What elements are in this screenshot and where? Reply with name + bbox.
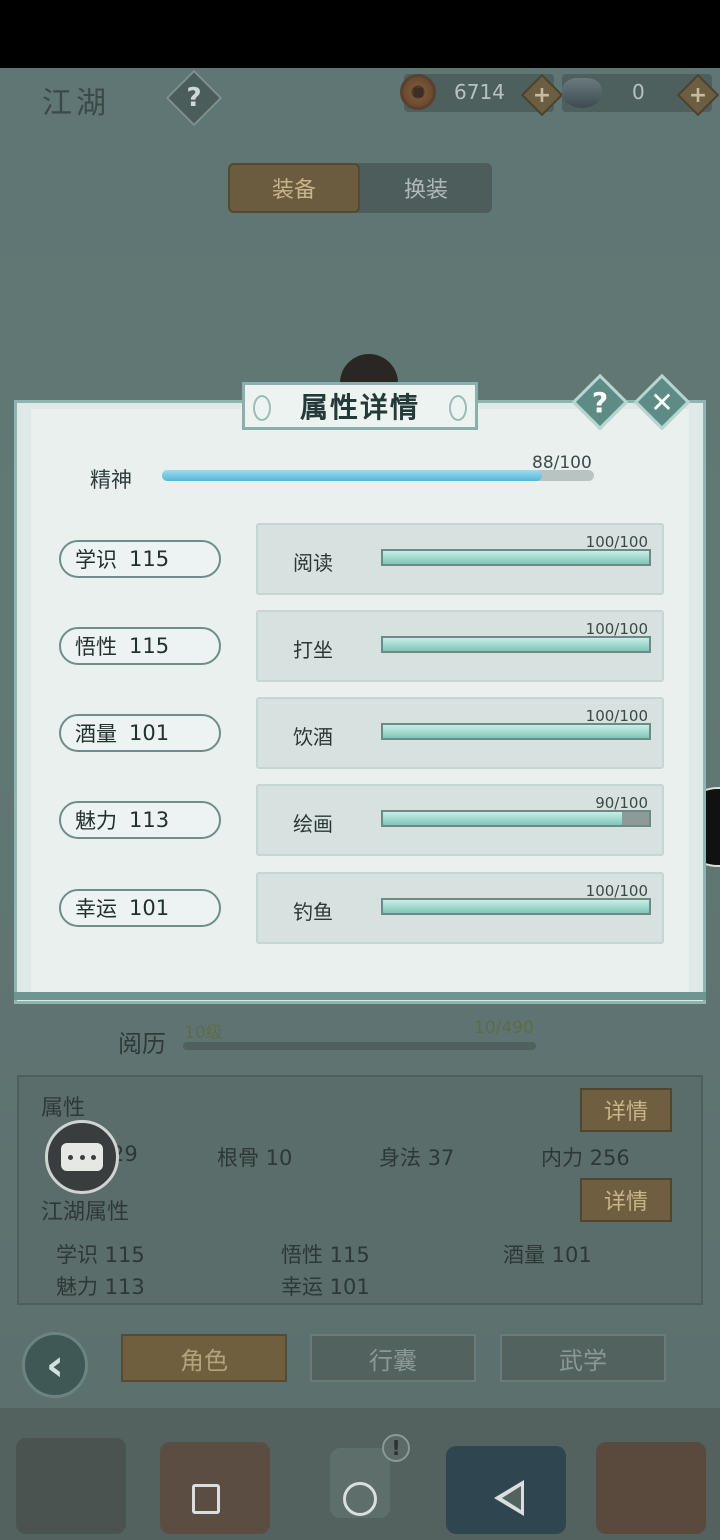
jianghu-stat: 悟性 115	[281, 1243, 370, 1267]
skill-card: 打坐 100/100	[256, 610, 664, 682]
chat-icon	[61, 1143, 103, 1171]
plus-icon: +	[688, 82, 708, 108]
help-button[interactable]: ?	[165, 69, 223, 127]
silver-amount: 0	[632, 80, 645, 104]
attribute-value: 113	[129, 808, 170, 832]
experience-row: 阅历 10级 10/490	[0, 1016, 720, 1066]
dialog-bottom-border	[14, 992, 706, 1000]
attribute-details-dialog: 属性详情 ? ✕ 精神 88/100 学识 115 阅读 100/100 悟性 11…	[14, 373, 706, 1004]
skill-progress-fill	[383, 638, 649, 651]
silver-ingot-icon	[562, 78, 602, 108]
attribute-value: 115	[129, 634, 170, 658]
skill-name: 钓鱼	[293, 900, 333, 924]
attribute-pill: 学识 115	[59, 540, 221, 578]
skill-progress-bar	[381, 898, 651, 915]
jianghu-stat: 魅力 113	[56, 1275, 145, 1299]
home-button[interactable]	[343, 1482, 377, 1516]
tab-equipment[interactable]: 装备	[228, 163, 360, 213]
system-back-button[interactable]	[494, 1480, 524, 1516]
jianghu-detail-button[interactable]: 详情	[580, 1178, 672, 1222]
top-bar: 江湖 ? 6714 + 0 +	[0, 68, 720, 140]
chat-button[interactable]	[45, 1120, 119, 1194]
jianghu-stat: 酒量 101	[503, 1243, 592, 1267]
skill-progress-fill	[383, 812, 623, 825]
experience-label: 阅历	[118, 1030, 166, 1058]
tab-martial-arts[interactable]: 武学	[500, 1334, 666, 1382]
tab-character[interactable]: 角色	[121, 1334, 287, 1382]
skill-progress-fill	[383, 551, 649, 564]
skill-progress-fill	[383, 900, 649, 913]
experience-bar	[183, 1042, 536, 1050]
back-arrow-icon: ‹	[45, 1339, 65, 1391]
skill-progress-fill	[383, 725, 649, 738]
help-icon: ?	[186, 83, 202, 113]
attributes-panel: 属性 详情 29 根骨 10 身法 37 内力 256 江湖属性 详情 学识 1…	[17, 1075, 703, 1305]
stat-value: 根骨 10	[217, 1146, 293, 1170]
character-nav: ‹ 角色 行囊 武学	[0, 1324, 720, 1404]
tab-inventory[interactable]: 行囊	[310, 1334, 476, 1382]
attribute-name: 魅力	[75, 809, 117, 833]
help-icon: ?	[591, 385, 609, 419]
screen-title: 江湖	[42, 86, 110, 121]
attribute-name: 幸运	[75, 897, 117, 921]
copper-coin-icon	[400, 74, 436, 110]
status-bar	[0, 0, 720, 68]
spirit-bar-fill	[162, 470, 543, 481]
skill-card: 钓鱼 100/100	[256, 872, 664, 944]
skill-progress-bar	[381, 723, 651, 740]
jianghu-stat: 学识 115	[56, 1243, 145, 1267]
attribute-name: 悟性	[75, 635, 117, 659]
skill-progress-bar	[381, 549, 651, 566]
experience-level: 10级	[184, 1023, 223, 1043]
attribute-value: 115	[129, 547, 170, 571]
skill-name: 饮酒	[293, 725, 333, 749]
copper-amount: 6714	[454, 80, 505, 104]
stat-value: 身法 37	[379, 1146, 455, 1170]
recent-apps-button[interactable]	[192, 1484, 220, 1514]
attribute-pill: 酒量 101	[59, 714, 221, 752]
skill-progress-bar	[381, 636, 651, 653]
close-icon: ✕	[650, 385, 674, 419]
attributes-title: 属性	[41, 1096, 86, 1121]
attribute-name: 学识	[75, 548, 117, 572]
equip-tabs: 装备 换装	[228, 163, 492, 213]
back-button[interactable]: ‹	[22, 1332, 88, 1398]
skill-name: 打坐	[293, 638, 333, 662]
jianghu-attributes-title: 江湖属性	[41, 1200, 130, 1225]
stat-value: 内力 256	[541, 1146, 630, 1170]
alert-icon: !	[382, 1434, 410, 1462]
attribute-value: 101	[129, 721, 170, 745]
skill-name: 阅读	[293, 551, 333, 575]
spirit-bar	[162, 470, 594, 481]
attribute-pill: 魅力 113	[59, 801, 221, 839]
jianghu-stat: 幸运 101	[281, 1275, 370, 1299]
attribute-value: 101	[129, 896, 170, 920]
attribute-pill: 幸运 101	[59, 889, 221, 927]
tab-outfit[interactable]: 换装	[360, 163, 492, 213]
experience-count: 10/490	[474, 1018, 534, 1038]
spirit-label: 精神	[90, 468, 132, 492]
skill-progress-bar	[381, 810, 651, 827]
skill-card: 绘画 90/100	[256, 784, 664, 856]
skill-name: 绘画	[293, 812, 333, 836]
attributes-detail-button[interactable]: 详情	[580, 1088, 672, 1132]
plus-icon: +	[532, 82, 552, 108]
skill-card: 饮酒 100/100	[256, 697, 664, 769]
skill-card: 阅读 100/100	[256, 523, 664, 595]
attribute-pill: 悟性 115	[59, 627, 221, 665]
dialog-title: 属性详情	[242, 382, 478, 430]
attribute-name: 酒量	[75, 722, 117, 746]
system-navigation-bar	[0, 1460, 720, 1540]
